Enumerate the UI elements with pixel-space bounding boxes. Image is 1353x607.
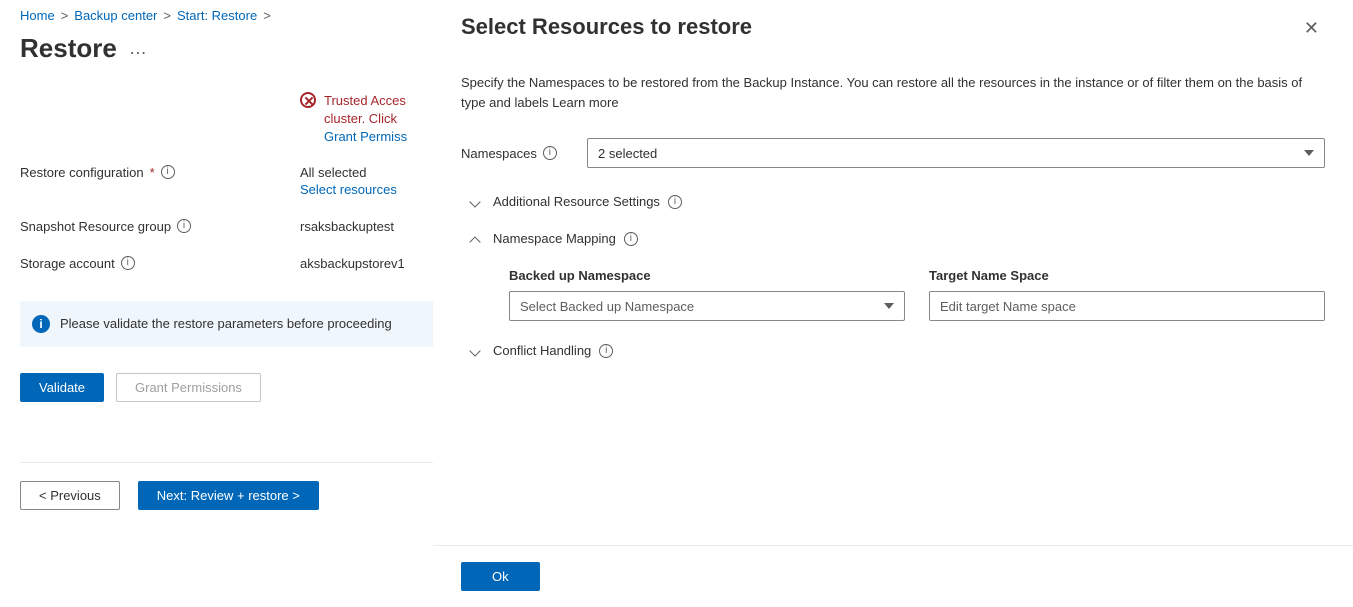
namespaces-dropdown-value: 2 selected xyxy=(598,146,657,161)
mapping-col-target: Target Name Space xyxy=(929,268,1325,283)
restore-configuration-value: All selected xyxy=(300,165,366,180)
breadcrumb-start-restore[interactable]: Start: Restore xyxy=(177,8,257,23)
breadcrumb-separator: > xyxy=(61,8,69,23)
namespaces-dropdown[interactable]: 2 selected xyxy=(587,138,1325,168)
chevron-down-icon xyxy=(469,196,480,207)
validate-button[interactable]: Validate xyxy=(20,373,104,402)
breadcrumb-separator: > xyxy=(163,8,171,23)
info-icon[interactable]: i xyxy=(121,256,135,270)
panel-description: Specify the Namespaces to be restored fr… xyxy=(461,73,1325,112)
chevron-up-icon xyxy=(469,236,480,247)
snapshot-rg-value: rsaksbackuptest xyxy=(300,219,394,234)
snapshot-rg-label: Snapshot Resource group xyxy=(20,219,171,234)
breadcrumb-separator: > xyxy=(263,8,271,23)
info-icon[interactable]: i xyxy=(543,146,557,160)
backed-up-namespace-dropdown[interactable]: Select Backed up Namespace xyxy=(509,291,905,321)
breadcrumb-home[interactable]: Home xyxy=(20,8,55,23)
previous-button[interactable]: < Previous xyxy=(20,481,120,510)
select-resources-panel: Select Resources to restore ✕ Specify th… xyxy=(433,0,1353,607)
chevron-down-icon xyxy=(884,303,894,309)
breadcrumb-backup-center[interactable]: Backup center xyxy=(74,8,157,23)
alert-line-1: Trusted Acces xyxy=(324,93,406,108)
info-icon[interactable]: i xyxy=(668,195,682,209)
info-icon[interactable]: i xyxy=(161,165,175,179)
target-namespace-placeholder: Edit target Name space xyxy=(940,299,1076,314)
next-review-restore-button[interactable]: Next: Review + restore > xyxy=(138,481,319,510)
grant-permissions-link[interactable]: Grant Permiss xyxy=(324,129,407,144)
storage-account-value: aksbackupstorev1 xyxy=(300,256,405,271)
target-namespace-input[interactable]: Edit target Name space xyxy=(929,291,1325,321)
alert-line-2: cluster. Click xyxy=(324,111,397,126)
more-actions-icon[interactable]: … xyxy=(129,38,149,59)
conflict-handling-section[interactable]: Conflict Handling i xyxy=(471,343,1325,358)
namespace-mapping-section[interactable]: Namespace Mapping i xyxy=(471,231,1325,246)
panel-title: Select Resources to restore xyxy=(461,14,752,40)
info-icon[interactable]: i xyxy=(599,344,613,358)
error-icon xyxy=(300,92,316,108)
required-marker: * xyxy=(150,165,155,180)
additional-resource-settings-section[interactable]: Additional Resource Settings i xyxy=(471,194,1325,209)
additional-resource-settings-title: Additional Resource Settings xyxy=(493,194,660,209)
close-icon[interactable]: ✕ xyxy=(1298,14,1325,43)
info-icon[interactable]: i xyxy=(177,219,191,233)
namespace-mapping-block: Backed up Namespace Target Name Space Se… xyxy=(509,268,1325,321)
chevron-down-icon xyxy=(469,345,480,356)
restore-configuration-label: Restore configuration xyxy=(20,165,144,180)
info-icon[interactable]: i xyxy=(624,232,638,246)
namespaces-label: Namespaces xyxy=(461,146,537,161)
validate-banner-text: Please validate the restore parameters b… xyxy=(60,316,392,331)
select-resources-link[interactable]: Select resources xyxy=(300,182,397,197)
storage-account-label: Storage account xyxy=(20,256,115,271)
info-icon: i xyxy=(32,315,50,333)
chevron-down-icon xyxy=(1304,150,1314,156)
grant-permissions-button[interactable]: Grant Permissions xyxy=(116,373,261,402)
mapping-col-source: Backed up Namespace xyxy=(509,268,905,283)
ok-button[interactable]: Ok xyxy=(461,562,540,591)
conflict-handling-title: Conflict Handling xyxy=(493,343,591,358)
page-title: Restore xyxy=(20,33,117,64)
backed-up-namespace-placeholder: Select Backed up Namespace xyxy=(520,299,694,314)
namespace-mapping-title: Namespace Mapping xyxy=(493,231,616,246)
